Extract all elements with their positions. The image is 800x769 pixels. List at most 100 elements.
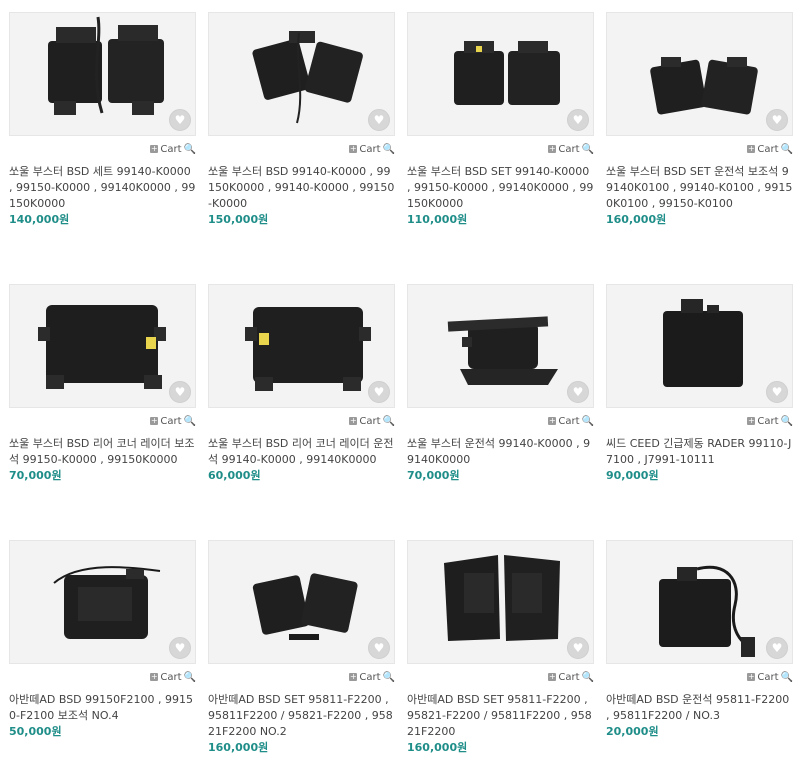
magnifier-icon: 🔍 <box>780 415 793 427</box>
heart-icon[interactable]: ♥ <box>567 637 589 659</box>
cart-label: Cart <box>757 143 779 155</box>
heart-icon[interactable]: ♥ <box>766 109 788 131</box>
plus-icon: + <box>548 672 557 681</box>
plus-icon: + <box>548 144 557 153</box>
product-name[interactable]: 쏘울 부스터 BSD 리어 코너 레이더 보조석 99150-K0000 , 9… <box>9 436 196 468</box>
plus-icon: + <box>747 672 756 681</box>
heart-icon[interactable]: ♥ <box>567 109 589 131</box>
product-name[interactable]: 쏘울 부스터 BSD 99140-K0000 , 99150K0000 , 99… <box>208 164 395 212</box>
plus-icon: + <box>747 416 756 425</box>
product-image[interactable]: ♥ <box>407 284 594 408</box>
product-image[interactable]: ♥ <box>9 284 196 408</box>
product-card[interactable]: ♥ + Cart 🔍 쏘울 부스터 BSD 리어 코너 레이더 보조석 99150-… <box>9 284 196 484</box>
product-name[interactable]: 아반떼AD BSD 운전석 95811-F2200 , 95811F2200 /… <box>606 692 793 724</box>
cart-button[interactable]: + Cart 🔍 <box>548 144 594 155</box>
product-card[interactable]: ♥ + Cart 🔍 아반떼AD BSD SET 95811-F2200 , 958… <box>208 540 395 756</box>
heart-icon[interactable]: ♥ <box>766 381 788 403</box>
heart-icon[interactable]: ♥ <box>567 381 589 403</box>
product-price: 50,000원 <box>9 725 62 738</box>
cart-button[interactable]: + Cart 🔍 <box>349 672 395 683</box>
magnifier-icon: 🔍 <box>183 143 196 155</box>
plus-icon: + <box>150 144 159 153</box>
cart-label: Cart <box>558 143 580 155</box>
cart-label: Cart <box>558 415 580 427</box>
product-image[interactable]: ♥ <box>407 12 594 136</box>
cart-button[interactable]: + Cart 🔍 <box>548 416 594 427</box>
plus-icon: + <box>150 416 159 425</box>
product-image[interactable]: ♥ <box>208 540 395 664</box>
magnifier-icon: 🔍 <box>183 671 196 683</box>
magnifier-icon: 🔍 <box>183 415 196 427</box>
cart-label: Cart <box>359 415 381 427</box>
product-image[interactable]: ♥ <box>606 12 793 136</box>
product-price: 70,000원 <box>407 469 460 482</box>
product-price: 70,000원 <box>9 469 62 482</box>
heart-icon[interactable]: ♥ <box>169 381 191 403</box>
cart-label: Cart <box>160 143 182 155</box>
product-card[interactable]: ♥ + Cart 🔍 씨드 CEED 긴급제동 RADER 99110-J7100 … <box>606 284 793 484</box>
cart-button[interactable]: + Cart 🔍 <box>747 672 793 683</box>
cart-button[interactable]: + Cart 🔍 <box>548 672 594 683</box>
product-card[interactable]: ♥ + Cart 🔍 쏘울 부스터 BSD 세트 99140-K0000 , 991… <box>9 12 196 228</box>
heart-icon[interactable]: ♥ <box>368 381 390 403</box>
product-image[interactable]: ♥ <box>606 284 793 408</box>
product-card[interactable]: ♥ + Cart 🔍 쏘울 부스터 BSD SET 99140-K0000 , 99… <box>407 12 594 228</box>
product-grid: ♥ + Cart 🔍 쏘울 부스터 BSD 세트 99140-K0000 , 991… <box>0 0 800 769</box>
heart-icon[interactable]: ♥ <box>169 637 191 659</box>
product-image[interactable]: ♥ <box>606 540 793 664</box>
magnifier-icon: 🔍 <box>382 671 395 683</box>
product-price: 90,000원 <box>606 469 659 482</box>
magnifier-icon: 🔍 <box>780 671 793 683</box>
product-name[interactable]: 씨드 CEED 긴급제동 RADER 99110-J7100 , J7991-1… <box>606 436 793 468</box>
magnifier-icon: 🔍 <box>382 415 395 427</box>
product-image[interactable]: ♥ <box>407 540 594 664</box>
product-image[interactable]: ♥ <box>9 540 196 664</box>
product-name[interactable]: 쏘울 부스터 BSD SET 99140-K0000 , 99150-K0000… <box>407 164 594 212</box>
product-name[interactable]: 아반떼AD BSD SET 95811-F2200 , 95821-F2200 … <box>407 692 594 740</box>
product-card[interactable]: ♥ + Cart 🔍 쏘울 부스터 BSD 99140-K0000 , 99150K… <box>208 12 395 228</box>
magnifier-icon: 🔍 <box>382 143 395 155</box>
product-price: 160,000원 <box>407 741 468 754</box>
cart-button[interactable]: + Cart 🔍 <box>349 416 395 427</box>
product-name[interactable]: 아반떼AD BSD 99150F2100 , 99150-F2100 보조석 N… <box>9 692 196 724</box>
cart-label: Cart <box>359 143 381 155</box>
heart-icon[interactable]: ♥ <box>368 637 390 659</box>
product-price: 160,000원 <box>606 213 667 226</box>
heart-icon[interactable]: ♥ <box>766 637 788 659</box>
product-name[interactable]: 쏘울 부스터 운전석 99140-K0000 , 99140K0000 <box>407 436 594 468</box>
heart-icon[interactable]: ♥ <box>368 109 390 131</box>
cart-button[interactable]: + Cart 🔍 <box>150 144 196 155</box>
product-name[interactable]: 쏘울 부스터 BSD SET 운전석 보조석 99140K0100 , 9914… <box>606 164 793 212</box>
cart-label: Cart <box>558 671 580 683</box>
product-price: 160,000원 <box>208 741 269 754</box>
magnifier-icon: 🔍 <box>780 143 793 155</box>
product-price: 110,000원 <box>407 213 468 226</box>
cart-button[interactable]: + Cart 🔍 <box>150 416 196 427</box>
magnifier-icon: 🔍 <box>581 143 594 155</box>
product-image[interactable]: ♥ <box>9 12 196 136</box>
product-name[interactable]: 쏘울 부스터 BSD 세트 99140-K0000 , 99150-K0000 … <box>9 164 196 212</box>
cart-button[interactable]: + Cart 🔍 <box>349 144 395 155</box>
cart-button[interactable]: + Cart 🔍 <box>747 144 793 155</box>
product-image[interactable]: ♥ <box>208 284 395 408</box>
cart-button[interactable]: + Cart 🔍 <box>747 416 793 427</box>
product-price: 140,000원 <box>9 213 70 226</box>
product-price: 150,000원 <box>208 213 269 226</box>
heart-icon[interactable]: ♥ <box>169 109 191 131</box>
plus-icon: + <box>150 672 159 681</box>
plus-icon: + <box>548 416 557 425</box>
product-card[interactable]: ♥ + Cart 🔍 아반떼AD BSD SET 95811-F2200 , 958… <box>407 540 594 756</box>
product-card[interactable]: ♥ + Cart 🔍 쏘울 부스터 운전석 99140-K0000 , 99140K… <box>407 284 594 484</box>
product-card[interactable]: ♥ + Cart 🔍 아반떼AD BSD 99150F2100 , 99150-F2… <box>9 540 196 740</box>
cart-button[interactable]: + Cart 🔍 <box>150 672 196 683</box>
cart-label: Cart <box>757 415 779 427</box>
product-name[interactable]: 아반떼AD BSD SET 95811-F2200 , 95811F2200 /… <box>208 692 395 740</box>
product-card[interactable]: ♥ + Cart 🔍 아반떼AD BSD 운전석 95811-F2200 , 958… <box>606 540 793 740</box>
plus-icon: + <box>349 144 358 153</box>
product-card[interactable]: ♥ + Cart 🔍 쏘울 부스터 BSD 리어 코너 레이더 운전석 99140-… <box>208 284 395 484</box>
magnifier-icon: 🔍 <box>581 415 594 427</box>
product-card[interactable]: ♥ + Cart 🔍 쏘울 부스터 BSD SET 운전석 보조석 99140K01… <box>606 12 793 228</box>
product-image[interactable]: ♥ <box>208 12 395 136</box>
plus-icon: + <box>349 672 358 681</box>
product-name[interactable]: 쏘울 부스터 BSD 리어 코너 레이더 운전석 99140-K0000 , 9… <box>208 436 395 468</box>
